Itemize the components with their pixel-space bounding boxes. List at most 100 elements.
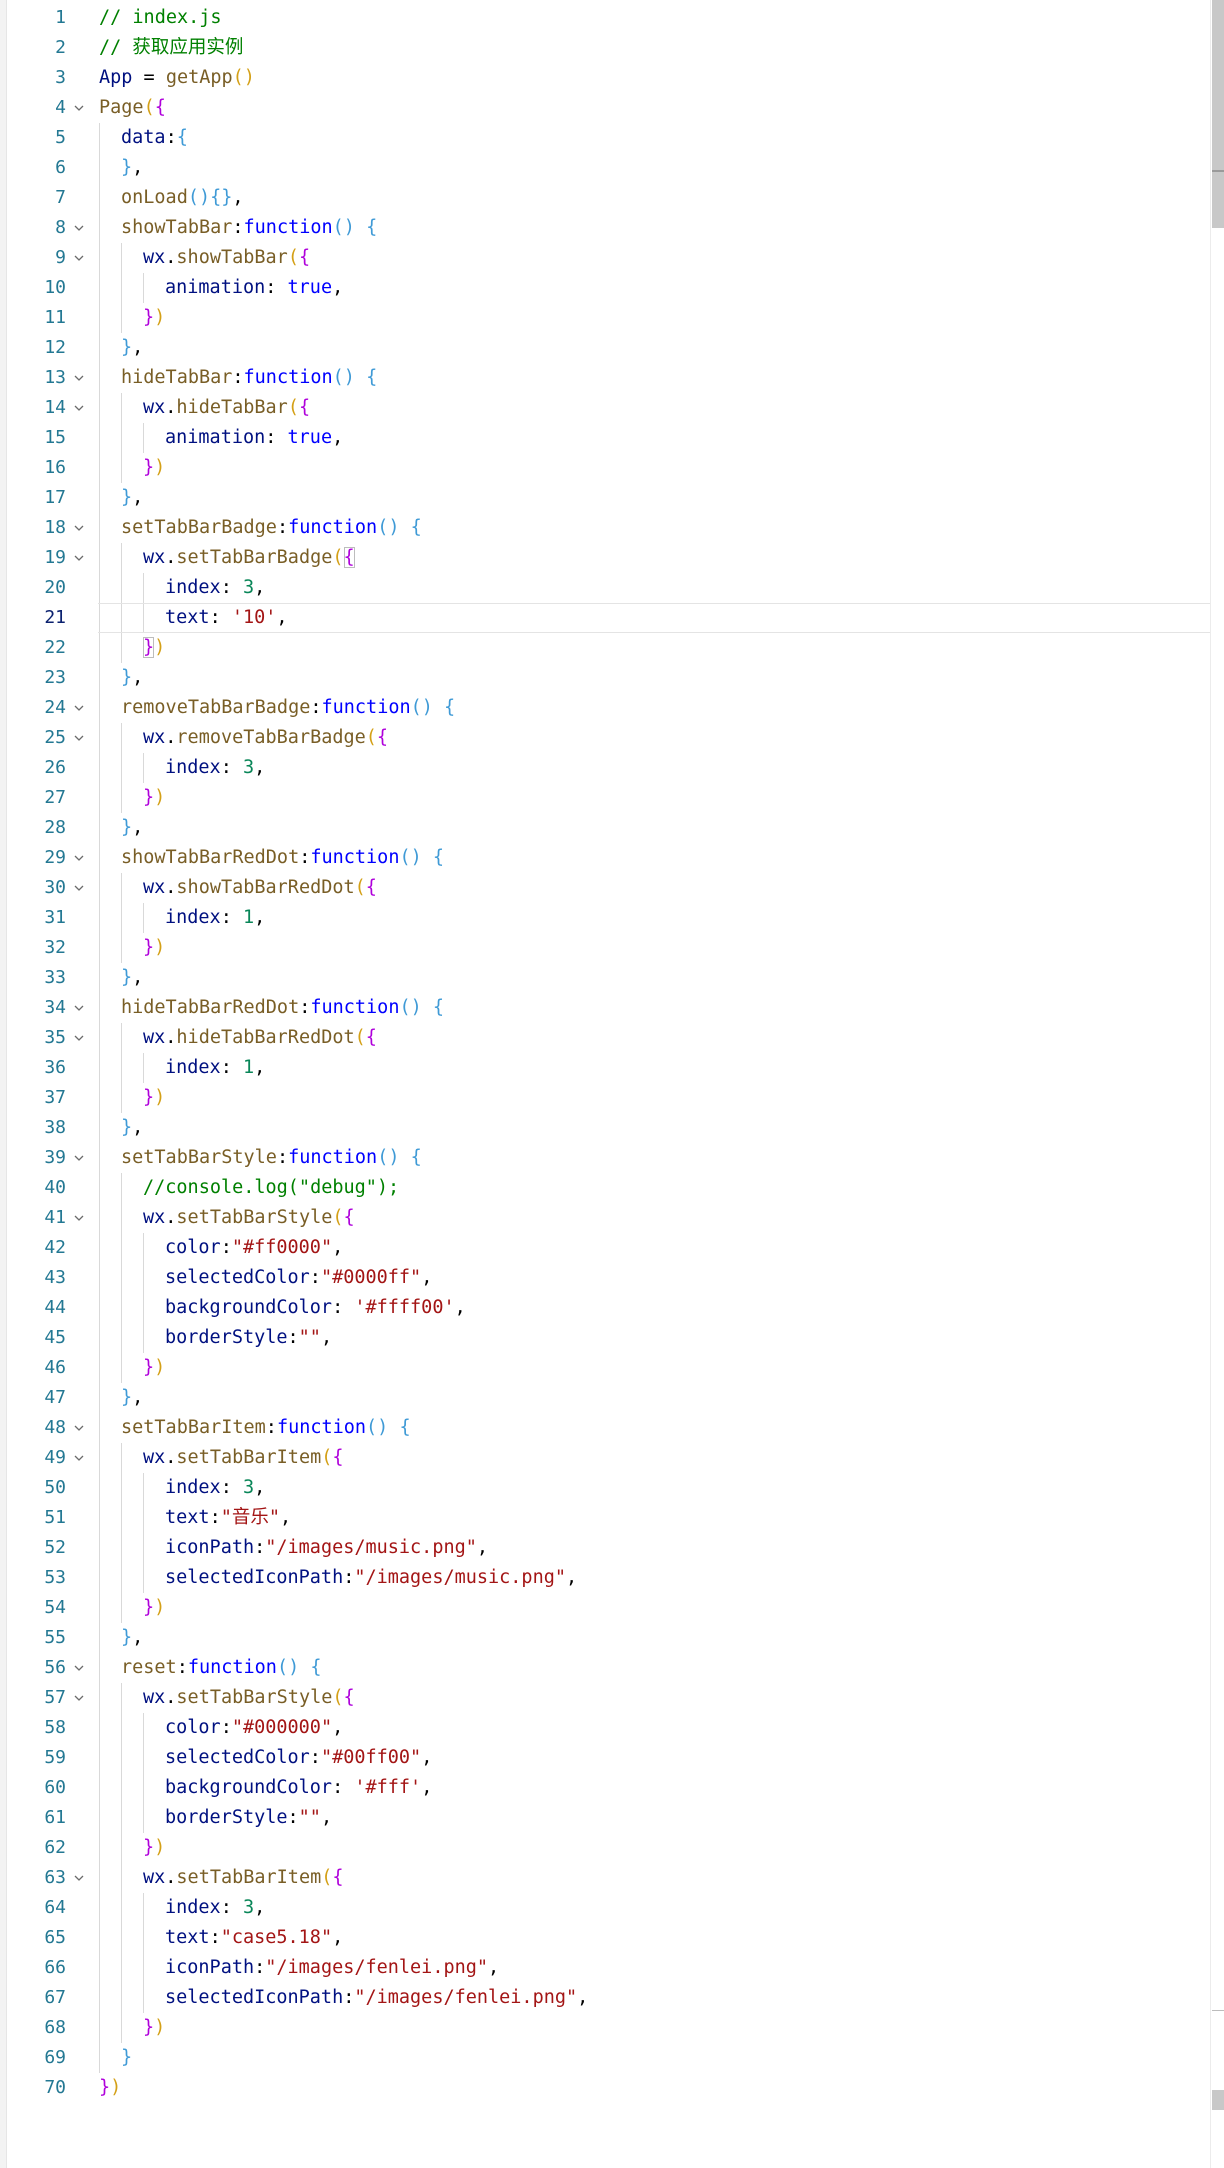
code-text[interactable]: App = getApp() <box>99 63 255 93</box>
code-line[interactable]: 34 hideTabBarRedDot:function() { <box>0 993 1210 1023</box>
code-line[interactable]: 25 wx.removeTabBarBadge({ <box>0 723 1210 753</box>
chevron-down-icon[interactable] <box>72 1421 86 1435</box>
code-text[interactable]: wx.setTabBarBadge({ <box>143 543 355 573</box>
code-text[interactable]: selectedIconPath:"/images/music.png", <box>165 1563 577 1593</box>
chevron-down-icon[interactable] <box>72 1001 86 1015</box>
code-text[interactable]: } <box>121 2043 132 2073</box>
code-text[interactable]: index: 3, <box>165 753 265 783</box>
chevron-down-icon[interactable] <box>72 881 86 895</box>
code-line[interactable]: 22}) <box>0 633 1210 663</box>
code-text[interactable]: // index.js <box>99 3 222 33</box>
code-text[interactable]: animation: true, <box>165 273 343 303</box>
code-line[interactable]: 61 borderStyle:"", <box>0 1803 1210 1833</box>
code-text[interactable]: }, <box>121 1623 143 1653</box>
code-text[interactable]: hideTabBarRedDot:function() { <box>121 993 444 1023</box>
code-text[interactable]: wx.removeTabBarBadge({ <box>143 723 388 753</box>
code-line[interactable]: 56 reset:function() { <box>0 1653 1210 1683</box>
code-line[interactable]: 13 hideTabBar:function() { <box>0 363 1210 393</box>
code-line[interactable]: 58 color:"#000000", <box>0 1713 1210 1743</box>
code-line[interactable]: 40 //console.log("debug"); <box>0 1173 1210 1203</box>
code-line[interactable]: 51 text:"音乐", <box>0 1503 1210 1533</box>
code-line[interactable]: 68}) <box>0 2013 1210 2043</box>
code-text[interactable]: showTabBarRedDot:function() { <box>121 843 444 873</box>
code-line[interactable]: 45 borderStyle:"", <box>0 1323 1210 1353</box>
code-line[interactable]: 24 removeTabBarBadge:function() { <box>0 693 1210 723</box>
code-line[interactable]: 6}, <box>0 153 1210 183</box>
code-line[interactable]: 12}, <box>0 333 1210 363</box>
code-text[interactable]: color:"#000000", <box>165 1713 343 1743</box>
code-text[interactable]: wx.hideTabBarRedDot({ <box>143 1023 377 1053</box>
code-text[interactable]: index: 1, <box>165 903 265 933</box>
code-text[interactable]: wx.setTabBarItem({ <box>143 1443 344 1473</box>
code-line[interactable]: 35 wx.hideTabBarRedDot({ <box>0 1023 1210 1053</box>
code-text[interactable]: }, <box>121 1383 143 1413</box>
code-line[interactable]: 32}) <box>0 933 1210 963</box>
code-line[interactable]: 70}) <box>0 2073 1210 2103</box>
code-line[interactable]: 36 index: 1, <box>0 1053 1210 1083</box>
code-text[interactable]: backgroundColor: '#fff', <box>165 1773 432 1803</box>
code-text[interactable]: }, <box>121 963 143 993</box>
code-line[interactable]: 59 selectedColor:"#00ff00", <box>0 1743 1210 1773</box>
code-line[interactable]: 2 // 获取应用实例 <box>0 33 1210 63</box>
code-text[interactable]: // 获取应用实例 <box>99 33 243 63</box>
code-line[interactable]: 43 selectedColor:"#0000ff", <box>0 1263 1210 1293</box>
chevron-down-icon[interactable] <box>72 521 86 535</box>
code-line[interactable]: 11}) <box>0 303 1210 333</box>
code-text[interactable]: animation: true, <box>165 423 343 453</box>
code-line[interactable]: 26 index: 3, <box>0 753 1210 783</box>
code-line[interactable]: 4 Page({ <box>0 93 1210 123</box>
code-text[interactable]: selectedColor:"#0000ff", <box>165 1263 432 1293</box>
code-line[interactable]: 52 iconPath:"/images/music.png", <box>0 1533 1210 1563</box>
chevron-down-icon[interactable] <box>72 1151 86 1165</box>
code-text[interactable]: Page({ <box>99 93 166 123</box>
code-text[interactable]: index: 3, <box>165 1893 265 1923</box>
code-text[interactable]: backgroundColor: '#ffff00', <box>165 1293 466 1323</box>
code-text[interactable]: }, <box>121 333 143 363</box>
code-line[interactable]: 69} <box>0 2043 1210 2073</box>
code-line[interactable]: 41 wx.setTabBarStyle({ <box>0 1203 1210 1233</box>
code-text[interactable]: iconPath:"/images/fenlei.png", <box>165 1953 499 1983</box>
code-text[interactable]: }) <box>143 633 165 663</box>
code-line[interactable]: 27}) <box>0 783 1210 813</box>
code-text[interactable]: removeTabBarBadge:function() { <box>121 693 455 723</box>
code-line[interactable]: 31 index: 1, <box>0 903 1210 933</box>
code-line[interactable]: 50 index: 3, <box>0 1473 1210 1503</box>
code-line[interactable]: 42 color:"#ff0000", <box>0 1233 1210 1263</box>
chevron-down-icon[interactable] <box>72 731 86 745</box>
code-text[interactable]: }) <box>143 1353 165 1383</box>
code-text[interactable]: iconPath:"/images/music.png", <box>165 1533 488 1563</box>
code-text[interactable]: }) <box>143 1833 165 1863</box>
code-line[interactable]: 9 wx.showTabBar({ <box>0 243 1210 273</box>
chevron-down-icon[interactable] <box>72 1031 86 1045</box>
code-line[interactable]: 48 setTabBarItem:function() { <box>0 1413 1210 1443</box>
code-line[interactable]: 63 wx.setTabBarItem({ <box>0 1863 1210 1893</box>
code-text[interactable]: setTabBarBadge:function() { <box>121 513 422 543</box>
chevron-down-icon[interactable] <box>72 701 86 715</box>
chevron-down-icon[interactable] <box>72 551 86 565</box>
code-line[interactable]: 62}) <box>0 1833 1210 1863</box>
code-text[interactable]: index: 3, <box>165 573 265 603</box>
code-line[interactable]: 64 index: 3, <box>0 1893 1210 1923</box>
chevron-down-icon[interactable] <box>72 401 86 415</box>
code-line[interactable]: 53 selectedIconPath:"/images/music.png", <box>0 1563 1210 1593</box>
code-line[interactable]: 15 animation: true, <box>0 423 1210 453</box>
code-line[interactable]: 65 text:"case5.18", <box>0 1923 1210 1953</box>
code-text[interactable]: }, <box>121 813 143 843</box>
code-line[interactable]: 33}, <box>0 963 1210 993</box>
code-text[interactable]: wx.setTabBarStyle({ <box>143 1683 355 1713</box>
chevron-down-icon[interactable] <box>72 101 86 115</box>
vertical-scrollbar[interactable] <box>1210 0 1224 2168</box>
code-text[interactable]: showTabBar:function() { <box>121 213 377 243</box>
code-line[interactable]: 57 wx.setTabBarStyle({ <box>0 1683 1210 1713</box>
code-line[interactable]: 18 setTabBarBadge:function() { <box>0 513 1210 543</box>
code-line[interactable]: 28}, <box>0 813 1210 843</box>
code-line[interactable]: 46}) <box>0 1353 1210 1383</box>
code-text[interactable]: }, <box>121 483 143 513</box>
code-line[interactable]: 37}) <box>0 1083 1210 1113</box>
code-line[interactable]: 1 // index.js <box>0 3 1210 33</box>
code-text[interactable]: index: 1, <box>165 1053 265 1083</box>
chevron-down-icon[interactable] <box>72 251 86 265</box>
code-text[interactable]: onLoad(){}, <box>121 183 244 213</box>
code-text[interactable]: reset:function() { <box>121 1653 322 1683</box>
code-line[interactable]: 55}, <box>0 1623 1210 1653</box>
